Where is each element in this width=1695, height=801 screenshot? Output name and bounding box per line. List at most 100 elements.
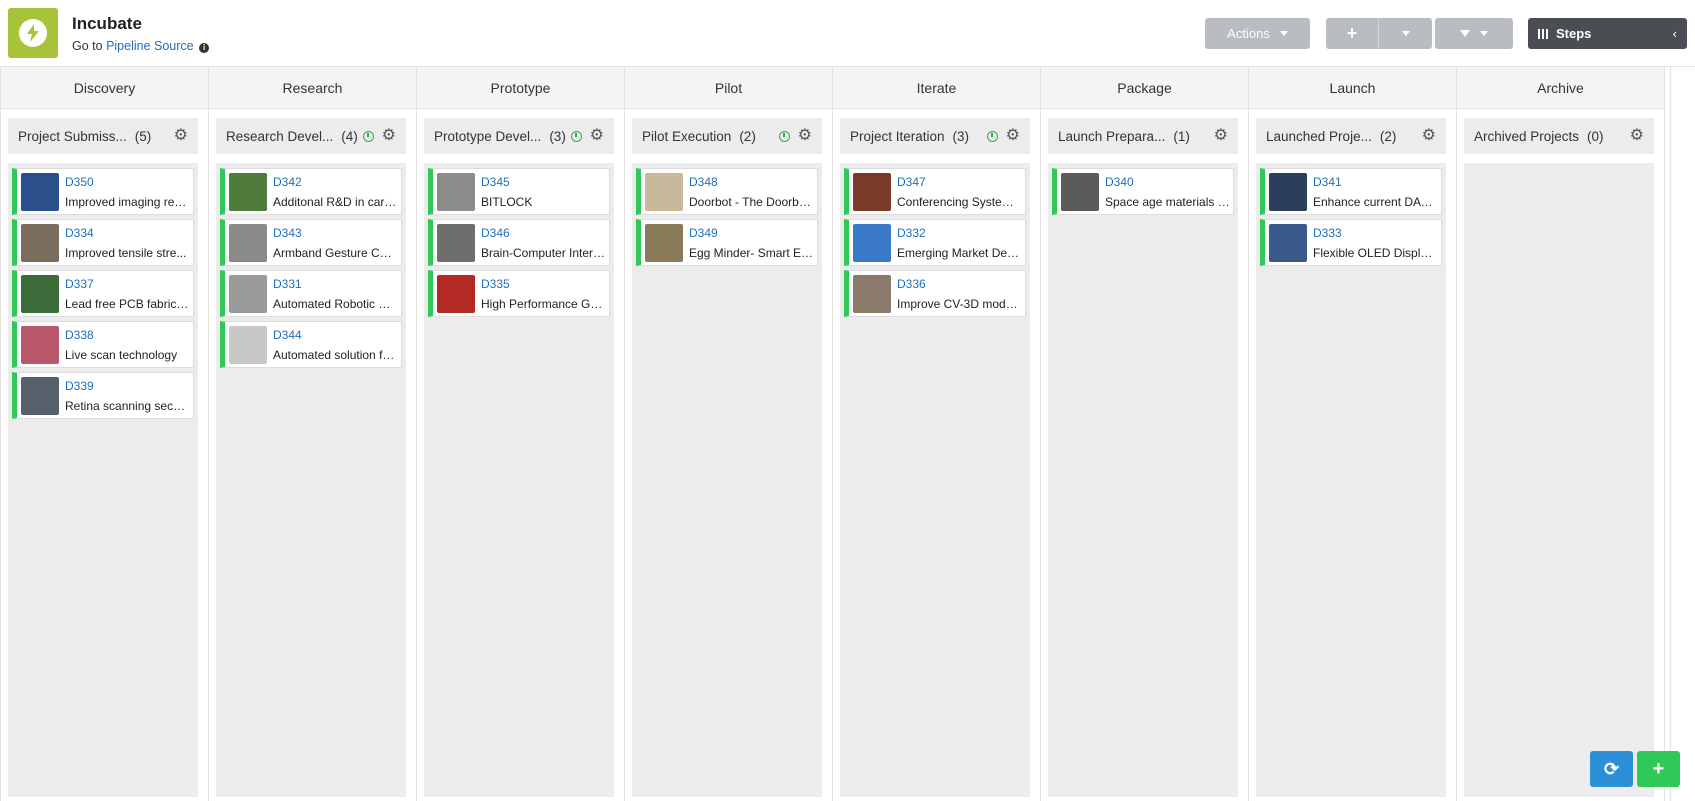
project-id[interactable]: D348 — [689, 175, 814, 189]
clock-icon[interactable] — [362, 130, 374, 142]
project-id[interactable]: D350 — [65, 175, 190, 189]
gear-icon[interactable]: ⚙ — [174, 128, 188, 144]
project-card[interactable]: D337 Lead free PCB fabricat... — [12, 270, 194, 317]
project-id[interactable]: D334 — [65, 226, 190, 240]
actions-button[interactable]: Actions — [1205, 18, 1310, 49]
gear-icon[interactable]: ⚙ — [1630, 128, 1644, 144]
project-card[interactable]: D349 Egg Minder- Smart Eg... — [636, 219, 818, 266]
project-thumbnail — [1061, 172, 1099, 211]
gear-icon[interactable]: ⚙ — [1006, 128, 1020, 144]
project-card[interactable]: D346 Brain-Computer Interf... — [428, 219, 610, 266]
project-id[interactable]: D336 — [897, 277, 1022, 291]
column-count: (4) — [341, 128, 358, 144]
project-title: Emerging Market Dev... — [897, 245, 1022, 260]
project-thumbnail — [437, 223, 475, 262]
project-card[interactable]: D332 Emerging Market Dev... — [844, 219, 1026, 266]
columns-icon — [1538, 28, 1548, 39]
project-id[interactable]: D347 — [897, 175, 1022, 189]
stage-title: Discovery — [1, 67, 208, 109]
project-id[interactable]: D342 — [273, 175, 398, 189]
gear-icon[interactable]: ⚙ — [1214, 128, 1228, 144]
stage-research: Research Research Devel... (4) ⚙ D342 Additon… — [208, 67, 417, 801]
project-id[interactable]: D338 — [65, 328, 190, 342]
project-card[interactable]: D333 Flexible OLED Displays — [1260, 219, 1442, 266]
project-card[interactable]: D339 Retina scanning security — [12, 372, 194, 419]
chevron-left-icon: ‹ — [1672, 26, 1677, 41]
project-title: Egg Minder- Smart Eg... — [689, 245, 814, 260]
project-id[interactable]: D337 — [65, 277, 190, 291]
clock-icon[interactable] — [986, 130, 998, 142]
project-card[interactable]: D350 Improved imaging res... — [12, 168, 194, 215]
project-card[interactable]: D340 Space age materials f... — [1052, 168, 1234, 215]
project-card[interactable]: D343 Armband Gesture Con... — [220, 219, 402, 266]
board-scrollbar[interactable] — [1670, 67, 1695, 801]
project-card[interactable]: D348 Doorbot - The Doorbe... — [636, 168, 818, 215]
column-name: Project Iteration — [850, 128, 945, 144]
column-body: D341 Enhance current DAW... D333 Flexible O… — [1256, 163, 1446, 797]
add-button-group: + — [1326, 18, 1432, 49]
add-button[interactable]: + — [1326, 18, 1379, 49]
project-id[interactable]: D346 — [481, 226, 606, 240]
project-thumbnail — [1269, 172, 1307, 211]
project-card[interactable]: D334 Improved tensile stre... — [12, 219, 194, 266]
project-card[interactable]: D345 BITLOCK — [428, 168, 610, 215]
project-id[interactable]: D335 — [481, 277, 606, 291]
add-project-button[interactable]: + — [1637, 751, 1680, 787]
project-title: Brain-Computer Interf... — [481, 245, 606, 260]
clock-icon[interactable] — [570, 130, 582, 142]
goto-prefix: Go to — [72, 39, 103, 53]
stage-package: Package Launch Prepara... (1) ⚙ D340 Space ag… — [1040, 67, 1249, 801]
steps-label: Steps — [1556, 26, 1592, 41]
project-card[interactable]: D338 Live scan technology — [12, 321, 194, 368]
plus-icon: + — [1346, 23, 1358, 43]
column: Project Submiss... (5) ⚙ D350 Improved imagi… — [8, 118, 198, 797]
filter-button[interactable] — [1435, 18, 1513, 49]
project-card[interactable]: D341 Enhance current DAW... — [1260, 168, 1442, 215]
project-id[interactable]: D340 — [1105, 175, 1230, 189]
project-id[interactable]: D339 — [65, 379, 190, 393]
project-card[interactable]: D336 Improve CV-3D modeli... — [844, 270, 1026, 317]
steps-button[interactable]: Steps ‹ — [1528, 18, 1687, 49]
project-title: Conferencing System ... — [897, 194, 1022, 209]
project-id[interactable]: D333 — [1313, 226, 1438, 240]
project-thumbnail — [229, 274, 267, 313]
project-title: Armband Gesture Con... — [273, 245, 398, 260]
project-card[interactable]: D331 Automated Robotic W... — [220, 270, 402, 317]
project-id[interactable]: D341 — [1313, 175, 1438, 189]
stage-title: Archive — [1457, 67, 1664, 109]
project-card[interactable]: D335 High Performance GP... — [428, 270, 610, 317]
column-header: Prototype Devel... (3) ⚙ — [424, 118, 614, 154]
add-dropdown-button[interactable] — [1379, 18, 1432, 49]
info-icon[interactable]: i — [199, 43, 210, 53]
column-body: D348 Doorbot - The Doorbe... D349 Egg Minde… — [632, 163, 822, 797]
project-thumbnail — [21, 223, 59, 262]
column: Archived Projects (0) ⚙ — [1464, 118, 1654, 797]
column-name: Prototype Devel... — [434, 128, 542, 144]
project-id[interactable]: D349 — [689, 226, 814, 240]
stage-discovery: Discovery Project Submiss... (5) ⚙ D350 Impro… — [0, 67, 209, 801]
project-id[interactable]: D345 — [481, 175, 606, 189]
column-header: Archived Projects (0) ⚙ — [1464, 118, 1654, 154]
pipeline-source-link[interactable]: Pipeline Source — [106, 39, 194, 53]
column-header: Project Iteration (3) ⚙ — [840, 118, 1030, 154]
clock-icon[interactable] — [778, 130, 790, 142]
gear-icon[interactable]: ⚙ — [382, 128, 396, 144]
project-title: Retina scanning security — [65, 398, 190, 413]
refresh-button[interactable]: ⟳ — [1590, 751, 1633, 787]
project-card[interactable]: D347 Conferencing System ... — [844, 168, 1026, 215]
project-thumbnail — [1269, 223, 1307, 262]
gear-icon[interactable]: ⚙ — [590, 128, 604, 144]
project-id[interactable]: D344 — [273, 328, 398, 342]
project-id[interactable]: D343 — [273, 226, 398, 240]
column-count: (5) — [134, 128, 152, 144]
project-title: Flexible OLED Displays — [1313, 245, 1438, 260]
incubate-logo[interactable] — [8, 8, 58, 58]
project-card[interactable]: D342 Additonal R&D in carb... — [220, 168, 402, 215]
column-header: Pilot Execution (2) ⚙ — [632, 118, 822, 154]
project-id[interactable]: D332 — [897, 226, 1022, 240]
gear-icon[interactable]: ⚙ — [798, 128, 812, 144]
project-id[interactable]: D331 — [273, 277, 398, 291]
column: Prototype Devel... (3) ⚙ D345 BITLOCK D346 Bra… — [424, 118, 614, 797]
gear-icon[interactable]: ⚙ — [1422, 128, 1436, 144]
project-card[interactable]: D344 Automated solution fo... — [220, 321, 402, 368]
